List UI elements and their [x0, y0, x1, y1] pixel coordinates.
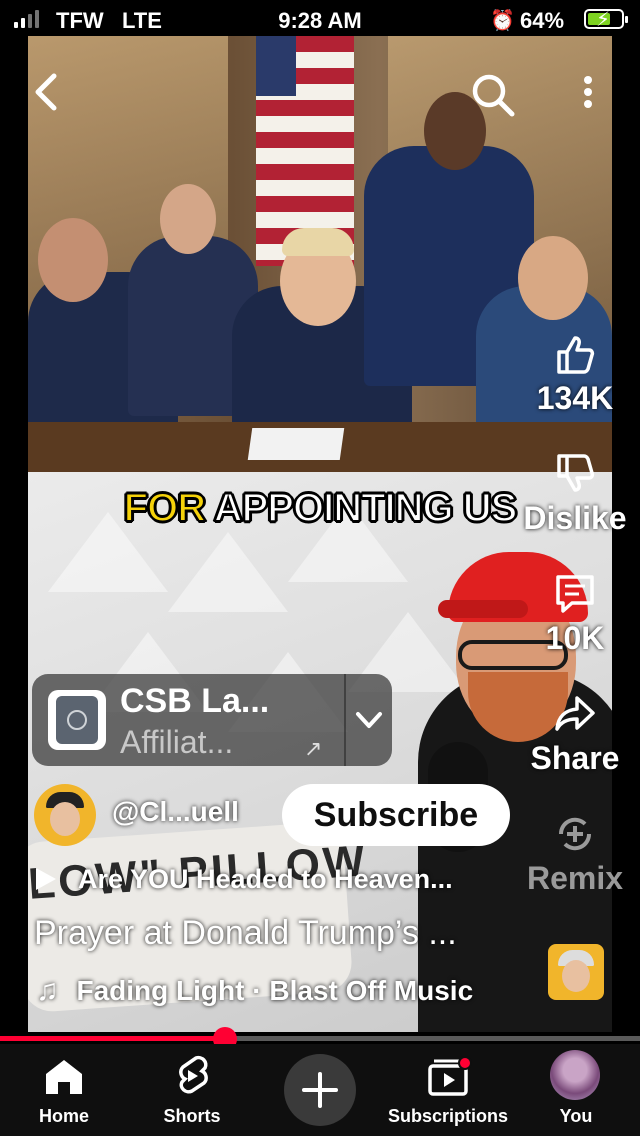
- video-title[interactable]: Prayer at Donald Trump’s ...: [34, 914, 457, 953]
- caption-highlight: FOR: [123, 485, 207, 531]
- product-subtitle: Affiliat...: [120, 724, 234, 760]
- search-icon: [472, 74, 515, 117]
- shorts-icon: [179, 1055, 208, 1094]
- create-button[interactable]: [284, 1054, 356, 1126]
- nav-home[interactable]: Home: [0, 1044, 128, 1136]
- nav-you-label: You: [559, 1106, 593, 1126]
- comments-button[interactable]: 10K: [500, 572, 640, 657]
- remix-button[interactable]: Remix: [500, 812, 640, 897]
- playlist-link[interactable]: Are YOU Headed to Heaven...: [36, 864, 453, 895]
- charging-bolt-icon: ⚡: [596, 9, 611, 31]
- more-icon: [584, 76, 592, 108]
- back-icon: [35, 73, 57, 111]
- music-note-icon: ♫: [36, 974, 59, 1007]
- remix-icon: [558, 817, 592, 851]
- more-options-button[interactable]: [574, 74, 602, 114]
- comment-icon: [556, 575, 594, 613]
- battery-percent: 64%: [520, 8, 565, 33]
- music-link[interactable]: ♫ Fading Light · Blast Off Music: [36, 974, 473, 1008]
- status-bar: TFW LTE 9:28 AM ⏰ 64% ⚡: [0, 0, 640, 40]
- back-button[interactable]: [30, 70, 70, 114]
- nav-shorts[interactable]: Shorts: [128, 1044, 256, 1136]
- paper: [247, 428, 345, 460]
- music-thumbnail[interactable]: [548, 944, 604, 1000]
- subscribe-button[interactable]: Subscribe: [282, 784, 510, 846]
- nav-home-label: Home: [38, 1106, 89, 1126]
- remix-label: Remix: [526, 860, 624, 896]
- channel-handle[interactable]: @Cl...uell: [112, 796, 239, 828]
- share-button[interactable]: Share: [500, 692, 640, 777]
- alarm-icon: ⏰: [490, 10, 515, 32]
- share-label: Share: [530, 740, 620, 776]
- thumbs-up-icon: [557, 336, 595, 374]
- create-icon: [302, 1072, 338, 1108]
- play-icon: [36, 868, 56, 890]
- avatar[interactable]: [550, 1050, 600, 1100]
- search-button[interactable]: [468, 70, 518, 120]
- like-button[interactable]: 134K: [500, 332, 640, 417]
- nav-shorts-label: Shorts: [163, 1106, 221, 1126]
- thumbs-down-icon: [557, 454, 595, 492]
- channel-avatar[interactable]: [34, 784, 96, 846]
- battery-charging-icon: ⚡: [584, 9, 628, 31]
- caption-text: APPOINTING US: [213, 485, 519, 531]
- share-icon: [555, 696, 595, 731]
- notification-dot: [458, 1056, 472, 1070]
- nav-subscriptions[interactable]: Subscriptions: [384, 1044, 512, 1136]
- product-thumbnail: [48, 690, 106, 750]
- home-icon: [46, 1060, 82, 1094]
- product-title: CSB La...: [120, 682, 270, 720]
- nav-subscriptions-label: Subscriptions: [387, 1106, 508, 1126]
- chevron-down-icon[interactable]: [354, 702, 384, 738]
- product-divider: [344, 674, 346, 766]
- external-link-icon: ↗: [304, 736, 323, 761]
- dislike-button[interactable]: Dislike: [500, 452, 640, 537]
- comments-count: 10K: [545, 620, 605, 656]
- dislike-label: Dislike: [523, 500, 627, 536]
- like-count: 134K: [536, 380, 614, 416]
- progress-fill: [0, 1036, 226, 1041]
- product-card[interactable]: CSB La... Affiliat... ↗: [32, 674, 392, 766]
- music-label: Fading Light · Blast Off Music: [76, 975, 474, 1006]
- playlist-label: Are YOU Headed to Heaven...: [78, 864, 453, 894]
